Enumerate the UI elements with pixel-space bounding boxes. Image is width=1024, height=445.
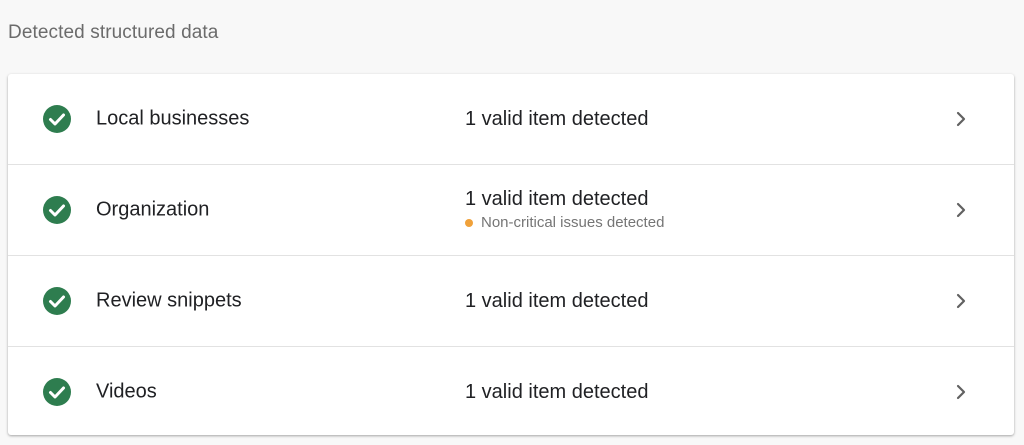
- check-circle-icon: [43, 105, 71, 133]
- chevron-right-icon[interactable]: [952, 383, 970, 401]
- chevron-right-icon[interactable]: [952, 292, 970, 310]
- row-info: 1 valid item detected: [465, 288, 648, 314]
- row-summary: 1 valid item detected: [465, 381, 649, 403]
- row-label: Videos: [96, 380, 157, 403]
- structured-data-row-review-snippets[interactable]: Review snippets 1 valid item detected: [8, 256, 1014, 347]
- row-info: 1 valid item detected Non-critical issue…: [465, 186, 664, 234]
- structured-data-row-videos[interactable]: Videos 1 valid item detected: [8, 347, 1014, 435]
- structured-data-list: Local businesses 1 valid item detected O…: [8, 74, 1014, 435]
- warning-text: Non-critical issues detected: [481, 214, 665, 231]
- structured-data-row-local-businesses[interactable]: Local businesses 1 valid item detected: [8, 74, 1014, 165]
- warning-status: Non-critical issues detected: [465, 212, 664, 234]
- chevron-right-icon[interactable]: [952, 201, 970, 219]
- warning-dot-icon: [465, 219, 473, 227]
- row-label: Local businesses: [96, 107, 250, 130]
- structured-data-row-organization[interactable]: Organization 1 valid item detected Non-c…: [8, 165, 1014, 256]
- section-title: Detected structured data: [8, 22, 219, 43]
- check-circle-icon: [43, 196, 71, 224]
- row-summary: 1 valid item detected: [465, 290, 649, 312]
- row-label: Review snippets: [96, 289, 242, 312]
- row-summary: 1 valid item detected: [465, 108, 649, 130]
- row-label: Organization: [96, 198, 210, 221]
- row-summary: 1 valid item detected: [465, 188, 649, 210]
- check-circle-icon: [43, 378, 71, 406]
- row-info: 1 valid item detected: [465, 106, 648, 132]
- row-info: 1 valid item detected: [465, 379, 648, 405]
- chevron-right-icon[interactable]: [952, 110, 970, 128]
- check-circle-icon: [43, 287, 71, 315]
